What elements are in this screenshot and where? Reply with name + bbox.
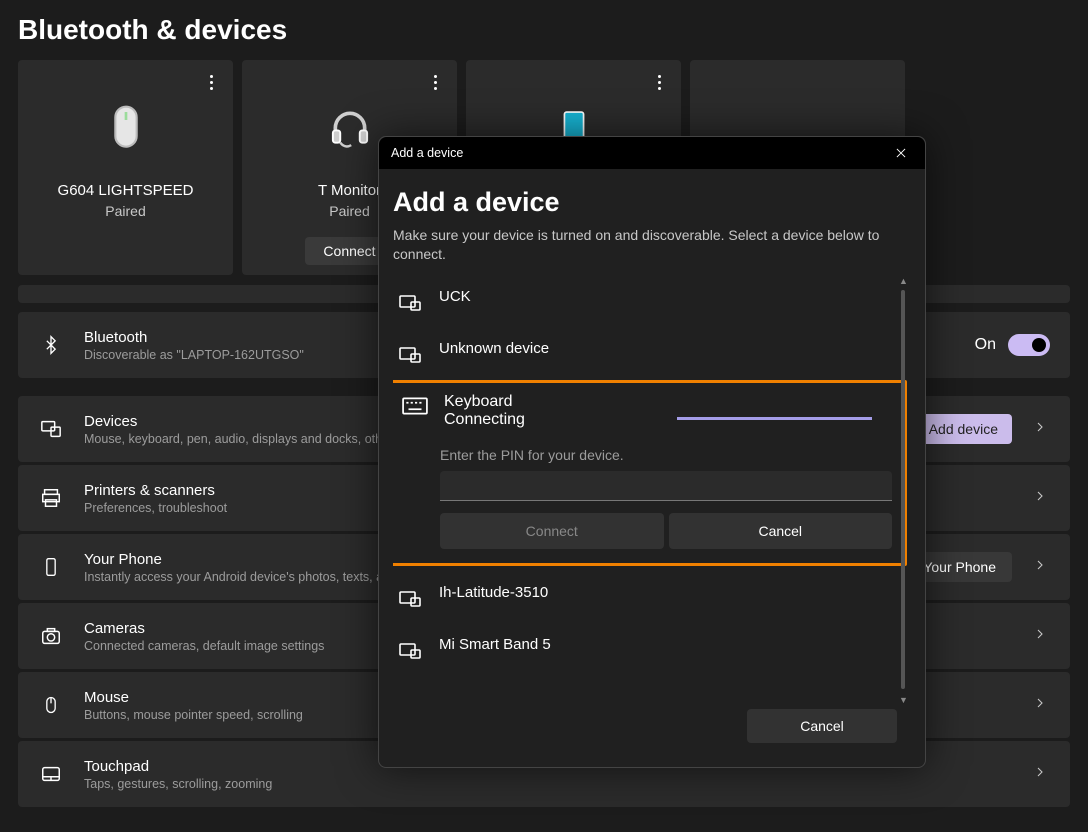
mouse-icon	[38, 695, 64, 715]
toggle-state-label: On	[975, 336, 996, 354]
device-status: Paired	[105, 203, 145, 219]
device-status: Connecting	[444, 411, 525, 429]
device-name: Keyboard	[444, 393, 525, 411]
device-item[interactable]: Unknown device	[393, 328, 901, 380]
row-title: Cameras	[84, 620, 324, 637]
add-device-button[interactable]: Add device	[915, 414, 1012, 444]
row-sub: Buttons, mouse pointer speed, scrolling	[84, 708, 303, 722]
display-icon	[397, 290, 423, 316]
dialog-titlebar-text: Add a device	[391, 146, 463, 160]
chevron-right-icon	[1032, 419, 1048, 440]
dialog-titlebar: Add a device	[379, 137, 925, 169]
row-title: Touchpad	[84, 758, 272, 775]
camera-icon	[38, 625, 64, 647]
row-sub: Taps, gestures, scrolling, zooming	[84, 777, 272, 791]
device-name: G604 LIGHTSPEED	[58, 182, 194, 199]
chevron-right-icon	[1032, 488, 1048, 509]
chevron-right-icon	[1032, 557, 1048, 578]
row-title: Printers & scanners	[84, 482, 227, 499]
mouse-icon	[102, 100, 150, 156]
chevron-right-icon	[1032, 764, 1048, 785]
row-title: Mouse	[84, 689, 303, 706]
page-title: Bluetooth & devices	[0, 0, 1088, 60]
device-list: UCK Unknown device Keyboard Connecting	[393, 276, 911, 703]
more-icon[interactable]	[649, 72, 669, 92]
row-title: Your Phone	[84, 551, 397, 568]
progress-indicator	[677, 417, 872, 420]
device-status: Paired	[329, 203, 369, 219]
connect-button[interactable]: Connect	[440, 513, 664, 549]
pin-prompt-label: Enter the PIN for your device.	[440, 447, 892, 463]
add-device-dialog: Add a device Add a device Make sure your…	[378, 136, 926, 768]
row-sub: Discoverable as "LAPTOP-162UTGSO"	[84, 348, 304, 362]
device-item[interactable]: UCK	[393, 276, 901, 328]
scrollbar[interactable]: ▲ ▼	[897, 276, 909, 703]
chevron-right-icon	[1032, 626, 1048, 647]
more-icon[interactable]	[201, 72, 221, 92]
device-name: Ih-Latitude-3510	[439, 584, 897, 601]
display-icon	[397, 342, 423, 368]
pin-entry-panel: Keyboard Connecting Enter the PIN for yo…	[393, 380, 907, 566]
pin-input[interactable]	[440, 471, 892, 501]
device-tile[interactable]: G604 LIGHTSPEED Paired	[18, 60, 233, 275]
dialog-heading: Add a device	[393, 187, 911, 218]
printers-icon	[38, 487, 64, 509]
cancel-button[interactable]: Cancel	[669, 513, 893, 549]
dialog-subtext: Make sure your device is turned on and d…	[393, 226, 911, 264]
device-name: Unknown device	[439, 340, 897, 357]
bluetooth-icon	[38, 335, 64, 355]
row-sub: Connected cameras, default image setting…	[84, 639, 324, 653]
display-icon	[397, 638, 423, 664]
laptop-icon	[397, 586, 423, 612]
dialog-cancel-button[interactable]: Cancel	[747, 709, 897, 743]
close-icon[interactable]	[889, 141, 913, 165]
more-icon[interactable]	[425, 72, 445, 92]
row-sub: Mouse, keyboard, pen, audio, displays an…	[84, 432, 393, 446]
headset-icon	[326, 100, 374, 156]
device-item[interactable]: Ih-Latitude-3510	[393, 572, 901, 624]
device-name: Mi Smart Band 5	[439, 636, 897, 653]
touchpad-icon	[38, 763, 64, 785]
keyboard-icon	[402, 393, 428, 419]
device-name: T Monitor	[318, 182, 381, 199]
phone-icon	[38, 557, 64, 577]
row-title: Bluetooth	[84, 329, 304, 346]
device-name: UCK	[439, 288, 897, 305]
devices-icon	[38, 418, 64, 440]
row-sub: Preferences, troubleshoot	[84, 501, 227, 515]
row-sub: Instantly access your Android device's p…	[84, 570, 397, 584]
row-title: Devices	[84, 413, 393, 430]
device-item[interactable]: Mi Smart Band 5	[393, 624, 901, 676]
chevron-right-icon	[1032, 695, 1048, 716]
bluetooth-toggle[interactable]	[1008, 334, 1050, 356]
